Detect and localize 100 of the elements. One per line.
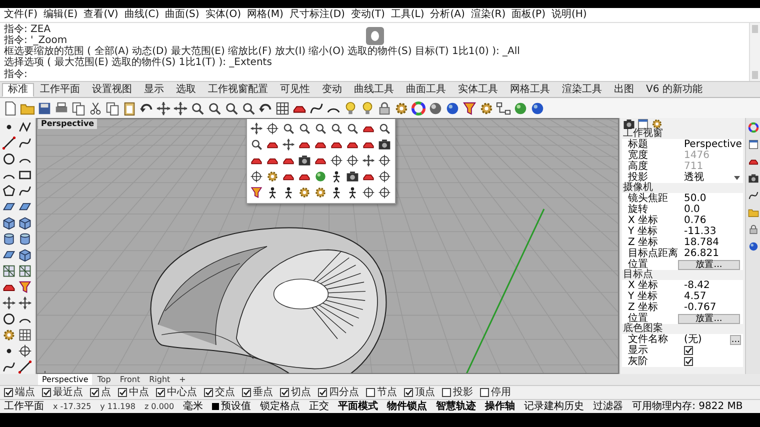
- polygon-icon[interactable]: [2, 184, 16, 198]
- gear-icon[interactable]: [479, 100, 494, 116]
- status-toggle[interactable]: 操作轴: [485, 401, 516, 412]
- checkbox[interactable]: [684, 346, 693, 355]
- menu-item[interactable]: 分析(A): [430, 9, 465, 21]
- menu-item[interactable]: 查看(V): [84, 9, 118, 21]
- checkbox[interactable]: [684, 357, 693, 366]
- zoom-icon[interactable]: [241, 100, 256, 116]
- toolbar-tab[interactable]: 曲面工具: [400, 83, 452, 97]
- toolbar-tab[interactable]: 变动: [316, 83, 348, 97]
- crosshair-icon[interactable]: [18, 344, 32, 358]
- toolbar-tab[interactable]: 工作视窗配置: [202, 83, 274, 97]
- toolbar-tab[interactable]: 曲线工具: [348, 83, 400, 97]
- circle-icon[interactable]: [2, 152, 16, 166]
- crosshair-icon[interactable]: [362, 186, 375, 199]
- projection-dropdown[interactable]: 透视: [684, 172, 704, 183]
- curve-icon[interactable]: [2, 360, 16, 374]
- property-value[interactable]: 50.0: [678, 193, 743, 204]
- property-value[interactable]: -0.767: [678, 302, 743, 313]
- crosshair-icon[interactable]: [346, 154, 359, 167]
- status-toggle[interactable]: 记录建构历史: [524, 401, 584, 412]
- checkbox[interactable]: [404, 388, 413, 397]
- zoom-icon[interactable]: [282, 122, 295, 135]
- gear-icon[interactable]: [266, 170, 279, 183]
- checkbox[interactable]: [42, 388, 51, 397]
- status-toggle[interactable]: 平面模式: [338, 401, 378, 412]
- zoom-icon[interactable]: [207, 100, 222, 116]
- color-wheel-icon[interactable]: [411, 100, 426, 116]
- checkbox[interactable]: [318, 388, 327, 397]
- curve-icon[interactable]: [18, 184, 32, 198]
- camera-icon[interactable]: [623, 118, 635, 130]
- polyline-icon[interactable]: [18, 120, 32, 134]
- zoom-icon[interactable]: [346, 122, 359, 135]
- crosshair-icon[interactable]: [378, 170, 391, 183]
- toolbar-tab[interactable]: 工作平面: [34, 83, 86, 97]
- menu-item[interactable]: 尺寸标注(D): [289, 9, 345, 21]
- funnel-icon[interactable]: [18, 280, 32, 294]
- line-icon[interactable]: [2, 136, 16, 150]
- panel-icon[interactable]: [748, 139, 758, 150]
- checkbox[interactable]: [280, 388, 289, 397]
- scrollbar[interactable]: [749, 23, 760, 81]
- property-value[interactable]: -8.42: [678, 280, 743, 291]
- four-way-arrow-icon[interactable]: [173, 100, 188, 116]
- menu-item[interactable]: 面板(P): [512, 9, 546, 21]
- browse-button[interactable]: ...: [730, 334, 741, 344]
- rounded-square-icon[interactable]: [366, 27, 384, 45]
- status-toggle[interactable]: 智慧轨迹: [436, 401, 476, 412]
- checkbox[interactable]: [366, 388, 375, 397]
- scissors-icon[interactable]: [88, 100, 103, 116]
- status-toggle[interactable]: 锁定格点: [260, 401, 300, 412]
- toolbar-tab[interactable]: 选取: [170, 83, 202, 97]
- checkbox[interactable]: [204, 388, 213, 397]
- checkbox[interactable]: [156, 388, 165, 397]
- toolbar-tab[interactable]: 可见性: [274, 83, 316, 97]
- checkbox[interactable]: [118, 388, 127, 397]
- sphere-icon[interactable]: [428, 100, 443, 116]
- curve-icon[interactable]: [18, 136, 32, 150]
- lightbulb-icon[interactable]: [360, 100, 375, 116]
- cylinder-icon[interactable]: [2, 232, 16, 246]
- crosshair-icon[interactable]: [378, 186, 391, 199]
- line-icon[interactable]: [18, 360, 32, 374]
- zoom-icon[interactable]: [250, 138, 263, 151]
- four-way-arrow-icon[interactable]: [282, 138, 295, 151]
- crosshair-icon[interactable]: [378, 154, 391, 167]
- viewport-tab[interactable]: Front: [116, 374, 144, 385]
- menu-item[interactable]: 实体(O): [205, 9, 241, 21]
- menu-item[interactable]: 变动(T): [350, 9, 385, 21]
- viewport-tab[interactable]: Right: [145, 374, 174, 385]
- mesh-icon[interactable]: [18, 264, 32, 278]
- shaded-ball-icon[interactable]: [314, 170, 327, 183]
- glossy-sphere-icon[interactable]: [445, 100, 460, 116]
- property-value[interactable]: 4.57: [678, 291, 743, 302]
- crosshair-icon[interactable]: [330, 154, 343, 167]
- cube-icon[interactable]: [18, 216, 32, 230]
- gear-icon[interactable]: [2, 328, 16, 342]
- place-button[interactable]: 放置...: [678, 260, 740, 270]
- property-value[interactable]: 0.0: [678, 204, 743, 215]
- viewport-title[interactable]: Perspective: [38, 119, 98, 129]
- zoom-icon[interactable]: [378, 122, 391, 135]
- property-value[interactable]: -11.33: [678, 226, 743, 237]
- document-icon[interactable]: [3, 100, 18, 116]
- printer-icon[interactable]: [54, 100, 69, 116]
- menu-item[interactable]: 工具(L): [390, 9, 424, 21]
- camera-icon[interactable]: [748, 173, 758, 184]
- four-way-arrow-icon[interactable]: [250, 122, 263, 135]
- four-way-arrow-icon[interactable]: [362, 154, 375, 167]
- checkbox[interactable]: [242, 388, 251, 397]
- curve-icon[interactable]: [748, 190, 758, 201]
- cylinder-icon[interactable]: [18, 232, 32, 246]
- cube-icon[interactable]: [2, 216, 16, 230]
- toolbar-tab[interactable]: 出图: [608, 83, 640, 97]
- layer-name[interactable]: 预设值: [221, 401, 252, 412]
- zoom-icon[interactable]: [330, 122, 343, 135]
- toolbar-tab[interactable]: V6 的新功能: [640, 83, 708, 97]
- toolbar-tab[interactable]: 实体工具: [452, 83, 504, 97]
- menu-item[interactable]: 曲面(S): [165, 9, 200, 21]
- copy-icon[interactable]: [105, 100, 120, 116]
- checkbox[interactable]: [480, 388, 489, 397]
- property-value[interactable]: 0.76: [678, 215, 743, 226]
- crosshair-icon[interactable]: [250, 170, 263, 183]
